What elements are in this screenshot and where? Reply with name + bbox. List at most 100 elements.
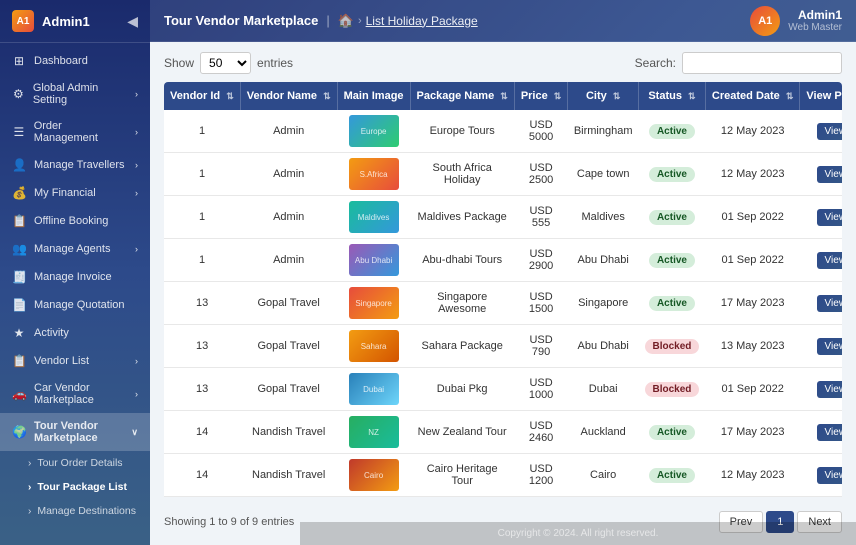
cell-view-package: View Detail (800, 411, 842, 454)
sidebar-item-vendor-list[interactable]: 📋 Vendor List › (0, 347, 150, 375)
sidebar-item-label: Manage Quotation (34, 299, 125, 311)
breadcrumb-home-icon[interactable]: 🏠 (338, 13, 354, 29)
col-status[interactable]: Status ⇅ (639, 82, 706, 110)
view-detail-button[interactable]: View Detail (817, 166, 842, 183)
cell-status: Blocked (639, 368, 706, 411)
vendor-list-icon: 📋 (12, 354, 26, 368)
sidebar-item-activity[interactable]: ★ Activity (0, 319, 150, 347)
status-badge: Active (649, 167, 695, 182)
activity-icon: ★ (12, 326, 26, 340)
sidebar-subitem-tour-order-details[interactable]: › Tour Order Details (0, 451, 150, 475)
search-box: Search: (635, 52, 842, 74)
sidebar-item-car-vendor[interactable]: 🚗 Car Vendor Marketplace › (0, 375, 150, 413)
cell-vendor-name: Admin (240, 196, 337, 239)
sidebar-item-order-mgmt[interactable]: ☰ Order Management › (0, 113, 150, 151)
view-detail-button[interactable]: View Detail (817, 209, 842, 226)
cell-created-date: 12 May 2023 (705, 110, 799, 153)
col-vendor-name[interactable]: Vendor Name ⇅ (240, 82, 337, 110)
view-detail-button[interactable]: View Detail (817, 381, 842, 398)
view-detail-button[interactable]: View Detail (817, 123, 842, 140)
sidebar-subitem-tour-package-list[interactable]: › Tour Package List (0, 475, 150, 499)
cell-vendor-id: 14 (164, 454, 240, 497)
col-created-date[interactable]: Created Date ⇅ (705, 82, 799, 110)
order-mgmt-icon: ☰ (12, 125, 26, 139)
table-row: 13 Gopal Travel Dubai Dubai Pkg USD 1000… (164, 368, 842, 411)
cell-package-name: Cairo Heritage Tour (410, 454, 514, 497)
sidebar-item-label: Manage Invoice (34, 271, 112, 283)
status-badge: Active (649, 425, 695, 440)
username: Admin1 (788, 8, 842, 22)
col-price[interactable]: Price ⇅ (514, 82, 568, 110)
col-main-image[interactable]: Main Image (337, 82, 410, 110)
cell-view-package: View Detail (800, 282, 842, 325)
cell-vendor-id: 1 (164, 239, 240, 282)
view-detail-button[interactable]: View Detail (817, 338, 842, 355)
sidebar-item-label: Car Vendor Marketplace (34, 382, 127, 406)
cell-vendor-id: 1 (164, 153, 240, 196)
breadcrumb-current-page[interactable]: List Holiday Package (366, 14, 478, 28)
cell-package-name: Singapore Awesome (410, 282, 514, 325)
col-package-name[interactable]: Package Name ⇅ (410, 82, 514, 110)
cell-main-image: Abu Dhabi (337, 239, 410, 282)
sidebar-item-dashboard[interactable]: ⊞ Dashboard (0, 47, 150, 75)
table-row: 1 Admin S.Africa South Africa Holiday US… (164, 153, 842, 196)
sidebar-item-label: Dashboard (34, 55, 88, 67)
cell-status: Blocked (639, 325, 706, 368)
cell-status: Active (639, 153, 706, 196)
cell-city: Auckland (568, 411, 639, 454)
sidebar-item-label: Manage Travellers (34, 159, 125, 171)
cell-main-image: Sahara (337, 325, 410, 368)
col-vendor-id[interactable]: Vendor Id ⇅ (164, 82, 240, 110)
cell-status: Active (639, 282, 706, 325)
packages-table: Vendor Id ⇅ Vendor Name ⇅ Main Image Pac… (164, 82, 842, 497)
sidebar-item-global-admin[interactable]: ⚙ Global Admin Setting › (0, 75, 150, 113)
col-view-package[interactable]: View Package ⇅ (800, 82, 842, 110)
cell-vendor-name: Admin (240, 153, 337, 196)
sidebar-collapse-icon[interactable]: ◀ (127, 13, 138, 30)
cell-status: Active (639, 411, 706, 454)
topbar-separator: | (326, 13, 329, 28)
sidebar-item-tour-vendor[interactable]: 🌍 Tour Vendor Marketplace ∨ (0, 413, 150, 451)
view-detail-button[interactable]: View Detail (817, 424, 842, 441)
view-detail-button[interactable]: View Detail (817, 295, 842, 312)
status-badge: Active (649, 296, 695, 311)
search-input[interactable] (682, 52, 842, 74)
table-row: 1 Admin Europe Europe Tours USD 5000 Bir… (164, 110, 842, 153)
global-admin-icon: ⚙ (12, 87, 25, 101)
entries-select[interactable]: 50 25 10 100 (200, 52, 251, 74)
footer: Copyright © 2024. All right reserved. (300, 522, 856, 545)
table-row: 1 Admin Abu Dhabi Abu-dhabi Tours USD 29… (164, 239, 842, 282)
sidebar-subitem-manage-destinations[interactable]: › Manage Destinations (0, 499, 150, 523)
sidebar-item-my-financial[interactable]: 💰 My Financial › (0, 179, 150, 207)
sidebar-item-manage-quotation[interactable]: 📄 Manage Quotation (0, 291, 150, 319)
chevron-right-icon: › (135, 89, 138, 99)
sidebar-item-label: Activity (34, 327, 69, 339)
cell-city: Abu Dhabi (568, 325, 639, 368)
sidebar-item-label: Manage Agents (34, 243, 110, 255)
offline-booking-icon: 📋 (12, 214, 26, 228)
cell-main-image: NZ (337, 411, 410, 454)
subitem-label: Manage Destinations (37, 505, 136, 517)
view-detail-button[interactable]: View Detail (817, 467, 842, 484)
sidebar-item-manage-agents[interactable]: 👥 Manage Agents › (0, 235, 150, 263)
cell-city: Singapore (568, 282, 639, 325)
breadcrumb-chevron-icon: › (358, 15, 362, 27)
sidebar-header: A1 Admin1 ◀ (0, 0, 150, 43)
cell-main-image: Dubai (337, 368, 410, 411)
table-row: 13 Gopal Travel Sahara Sahara Package US… (164, 325, 842, 368)
view-detail-button[interactable]: View Detail (817, 252, 842, 269)
cell-main-image: Europe (337, 110, 410, 153)
cell-created-date: 01 Sep 2022 (705, 196, 799, 239)
sidebar-item-offline-booking[interactable]: 📋 Offline Booking (0, 207, 150, 235)
breadcrumb: 🏠 › List Holiday Package (338, 13, 478, 29)
chevron-right-icon: › (135, 160, 138, 170)
show-entries: Show 50 25 10 100 entries (164, 52, 293, 74)
cell-vendor-name: Nandish Travel (240, 411, 337, 454)
sidebar-item-manage-invoice[interactable]: 🧾 Manage Invoice (0, 263, 150, 291)
cell-created-date: 01 Sep 2022 (705, 368, 799, 411)
cell-price: USD 2500 (514, 153, 568, 196)
avatar: A1 (750, 6, 780, 36)
cell-package-name: Dubai Pkg (410, 368, 514, 411)
col-city[interactable]: City ⇅ (568, 82, 639, 110)
sidebar-item-manage-travellers[interactable]: 👤 Manage Travellers › (0, 151, 150, 179)
